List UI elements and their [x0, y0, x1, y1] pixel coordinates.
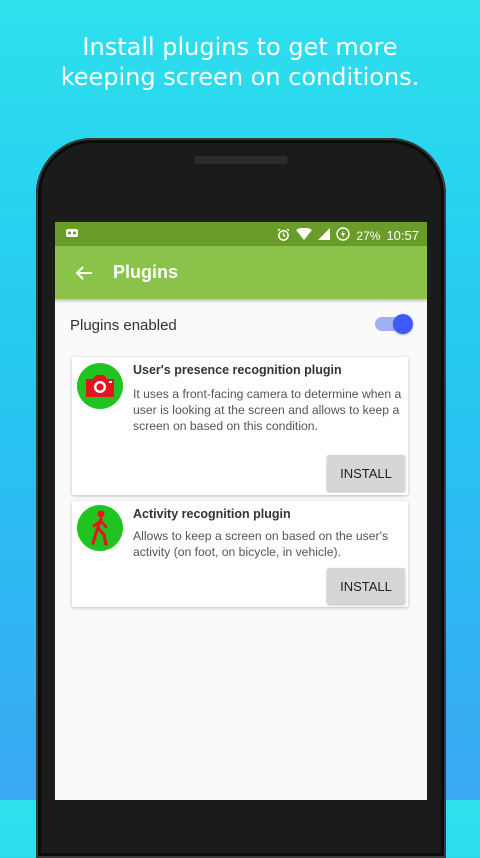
- install-activity-plugin-button[interactable]: INSTALL: [327, 568, 405, 604]
- clock-time: 10:57: [386, 228, 419, 243]
- page-title: Plugins: [113, 262, 179, 282]
- switch-thumb: [393, 314, 413, 334]
- plugin-description: It uses a front-facing camera to determi…: [133, 387, 402, 433]
- plugin-title: User's presence recognition plugin: [133, 363, 342, 377]
- battery-icon: [336, 227, 351, 244]
- app-bar: Plugins: [55, 246, 427, 299]
- plugin-icon-circle: [77, 505, 123, 551]
- install-presence-plugin-button[interactable]: INSTALL: [327, 455, 405, 491]
- signal-icon: [318, 228, 331, 243]
- back-button[interactable]: [55, 265, 113, 281]
- promo-headline: Install plugins to get more keeping scre…: [0, 32, 480, 92]
- plugins-enabled-switch[interactable]: [375, 314, 413, 334]
- promo-line-2: keeping screen on conditions.: [60, 63, 420, 91]
- walking-person-icon: [91, 510, 108, 546]
- plugin-card-activity: Activity recognition plugin Allows to ke…: [72, 501, 408, 607]
- plugin-card-presence: User's presence recognition plugin It us…: [72, 357, 408, 495]
- plugin-title: Activity recognition plugin: [133, 507, 291, 521]
- app-screen: 27% 10:57 Plugins Plugins enabled User's…: [55, 222, 427, 800]
- plugin-description: Allows to keep a screen on based on the …: [133, 529, 389, 559]
- plugins-enabled-row[interactable]: Plugins enabled: [55, 299, 427, 351]
- camera-icon: [86, 375, 114, 397]
- alarm-icon: [277, 227, 290, 244]
- phone-earpiece: [194, 156, 288, 164]
- wifi-icon: [296, 227, 313, 243]
- back-arrow-icon: [75, 265, 92, 280]
- battery-percent: 27%: [356, 228, 381, 243]
- plugins-enabled-label: Plugins enabled: [70, 317, 177, 334]
- promo-line-1: Install plugins to get more: [82, 33, 398, 61]
- plugin-icon-circle: [77, 363, 123, 409]
- status-bar: 27% 10:57: [55, 222, 427, 246]
- notification-icon: [65, 227, 79, 242]
